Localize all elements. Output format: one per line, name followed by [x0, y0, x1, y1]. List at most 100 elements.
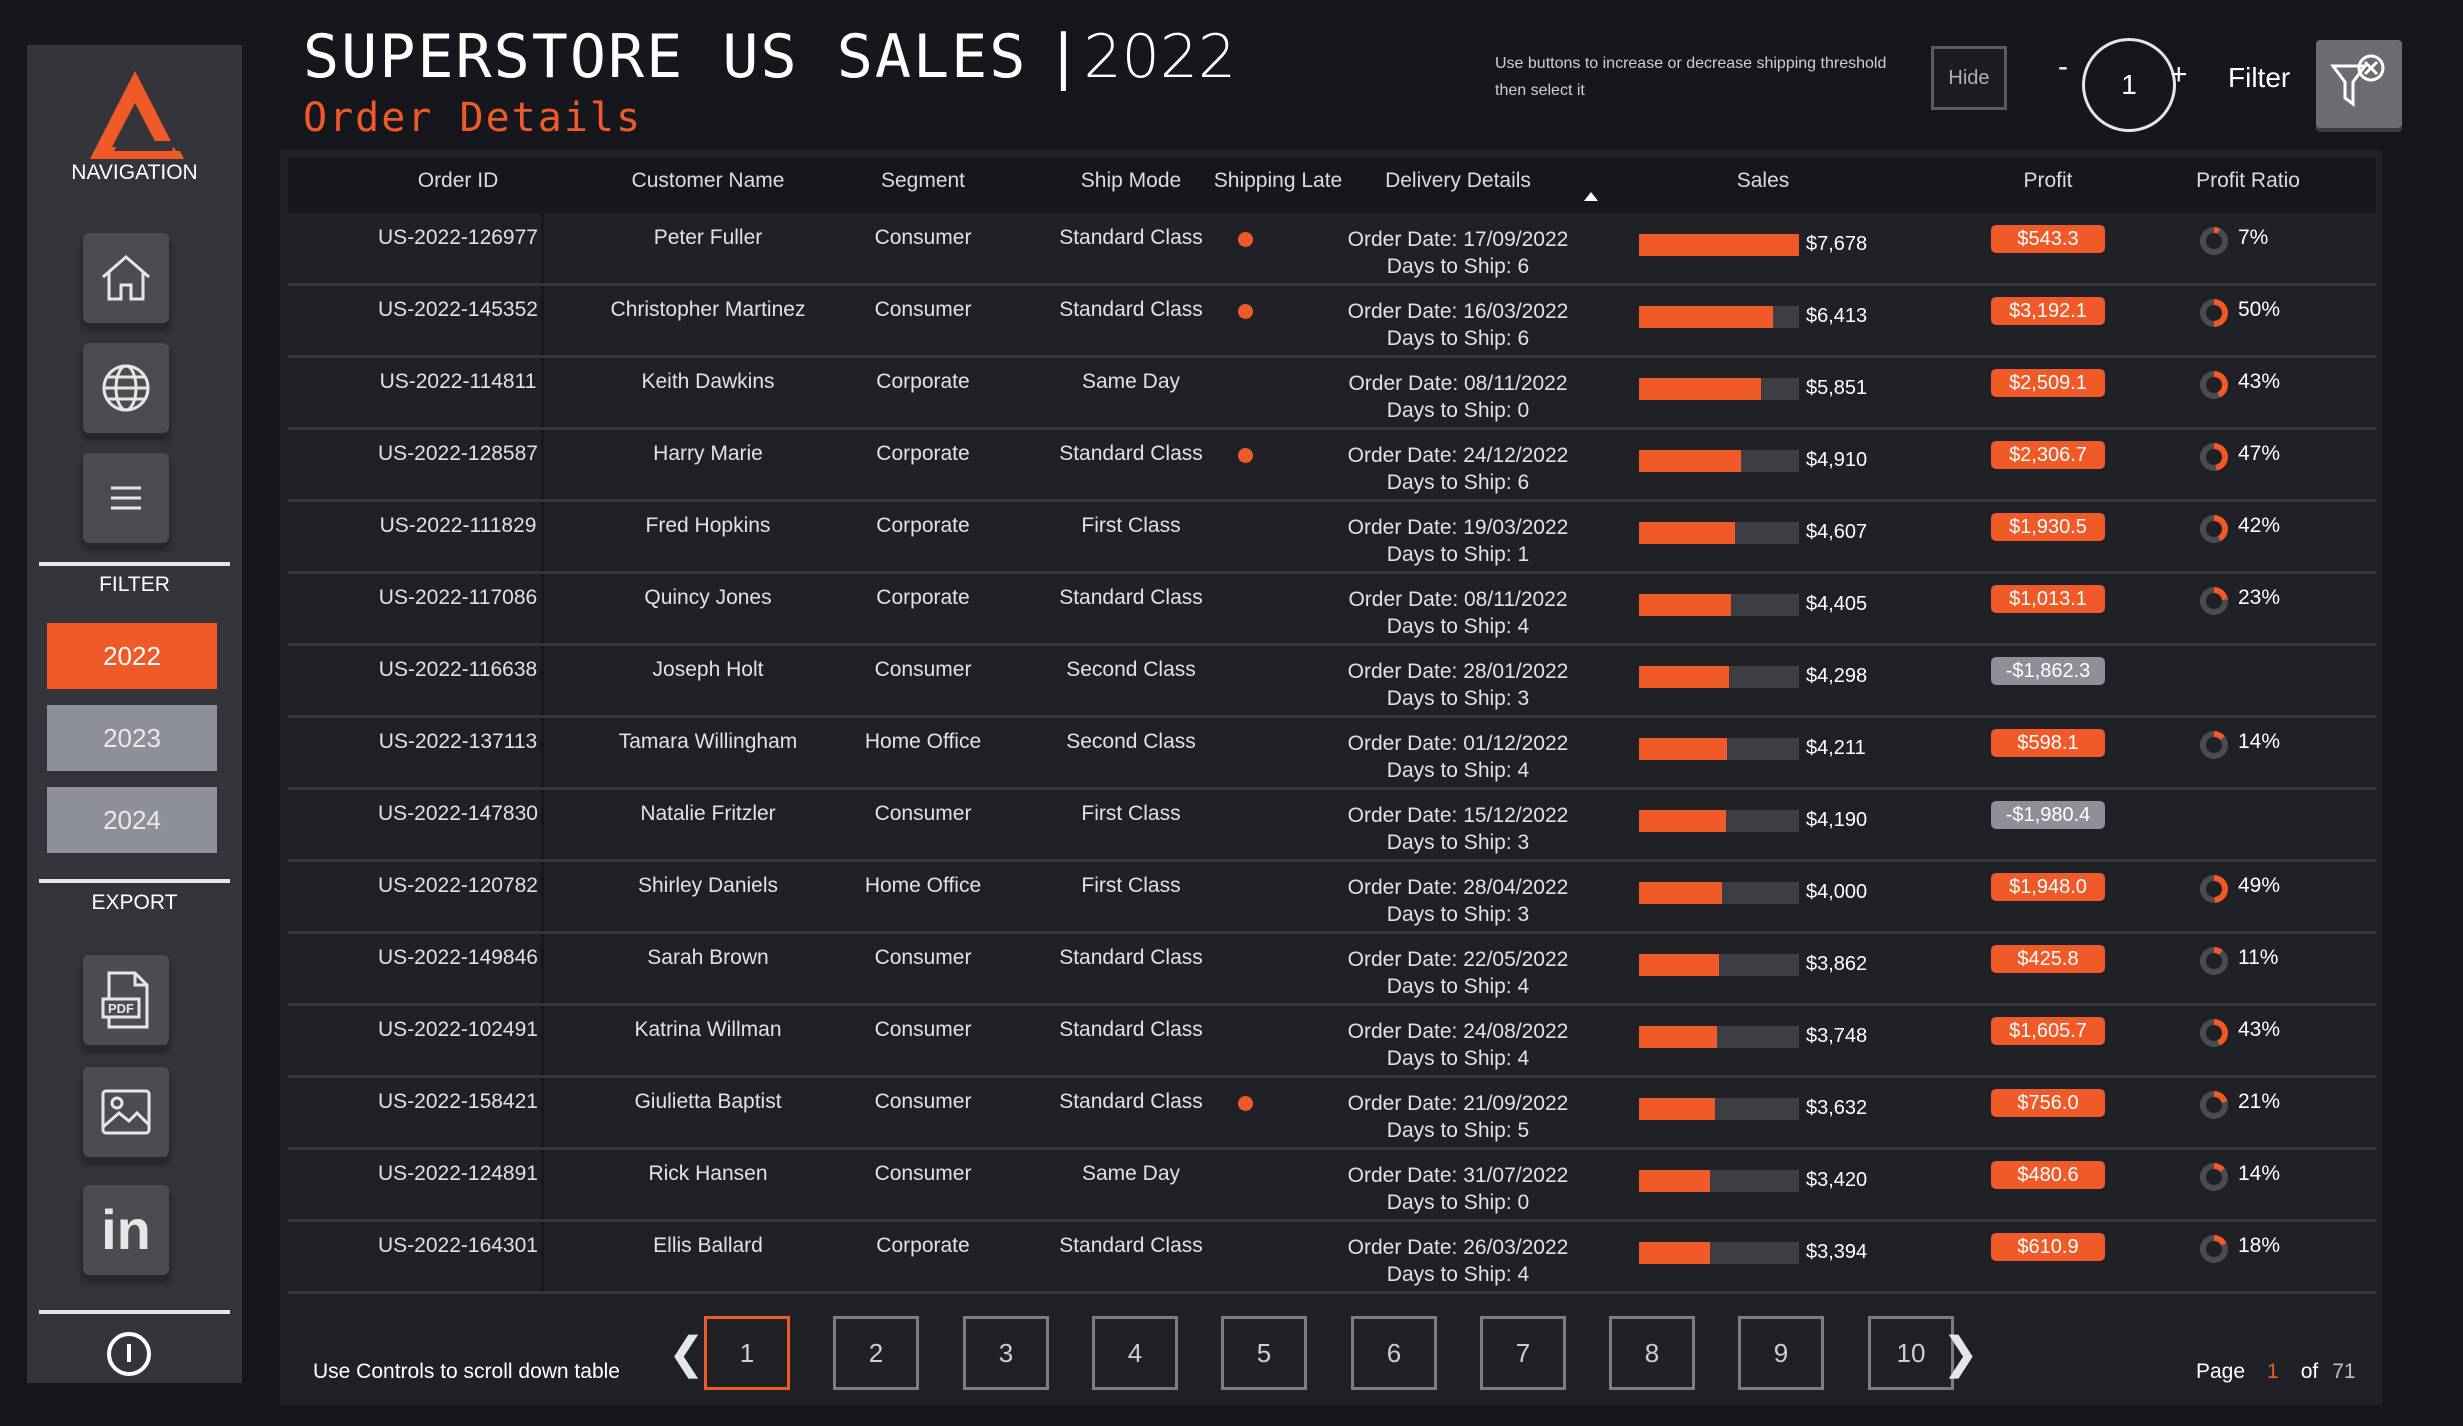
home-button[interactable] [83, 233, 169, 323]
profit-badge: -$1,862.3 [1991, 657, 2105, 685]
info-button[interactable] [105, 1330, 153, 1378]
sales-bar [1639, 1098, 1799, 1120]
export-pdf-button[interactable]: PDF [83, 955, 169, 1045]
column-header-order-id[interactable]: Order ID [328, 158, 588, 213]
hide-button[interactable]: Hide [1931, 46, 2007, 110]
order-date-label: Order Date: [1347, 228, 1464, 251]
table-row[interactable]: US-2022-128587 Harry Marie Corporate Standa… [288, 430, 2376, 502]
delivery-details: Order Date: 24/12/2022 Days to Ship: 6 [1308, 442, 1608, 496]
sales-bar-fill [1639, 738, 1727, 760]
year-button-2022[interactable]: 2022 [47, 623, 217, 689]
column-header-sales[interactable]: Sales [1638, 158, 1888, 213]
profit-badge: $1,013.1 [1991, 585, 2105, 613]
year-button-2023[interactable]: 2023 [47, 705, 217, 771]
previous-page-icon[interactable]: ❮ [668, 1328, 705, 1379]
order-date-label: Order Date: [1347, 444, 1464, 467]
profit-ratio-donut [2200, 1163, 2228, 1191]
page-button-3[interactable]: 3 [963, 1316, 1049, 1390]
profit-badge: $2,306.7 [1991, 441, 2105, 469]
days-to-ship: 4 [1517, 975, 1530, 998]
order-id: US-2022-149846 [378, 946, 538, 969]
page-button-9[interactable]: 9 [1738, 1316, 1824, 1390]
page-button-7[interactable]: 7 [1480, 1316, 1566, 1390]
threshold-hint: Use buttons to increase or decrease ship… [1495, 55, 1887, 99]
table-row[interactable]: US-2022-164301 Ellis Ballard Corporate Stan… [288, 1222, 2376, 1294]
export-image-button[interactable] [83, 1067, 169, 1157]
sales-value: $4,607 [1806, 521, 1868, 543]
table-row[interactable]: US-2022-120782 Shirley Daniels Home Office… [288, 862, 2376, 934]
delivery-details: Order Date: 31/07/2022 Days to Ship: 0 [1308, 1162, 1608, 1216]
sales-bar [1639, 810, 1799, 832]
sales-bar-fill [1639, 594, 1731, 616]
table-row[interactable]: US-2022-102491 Katrina Willman Consumer Sta… [288, 1006, 2376, 1078]
clear-filter-button[interactable] [2316, 40, 2402, 128]
current-page: 1 [2267, 1360, 2279, 1383]
pdf-icon-label: PDF [108, 1001, 134, 1016]
page-button-5[interactable]: 5 [1221, 1316, 1307, 1390]
order-date: 24/08/2022 [1463, 1020, 1569, 1043]
order-date-label: Order Date: [1347, 876, 1464, 899]
increase-threshold-button[interactable]: + [2170, 58, 2188, 92]
sales-bar [1639, 1242, 1799, 1264]
profit-ratio-value: 43% [2238, 1018, 2281, 1041]
sort-ascending-icon[interactable] [1584, 192, 1598, 201]
sales-value: $4,298 [1806, 665, 1868, 687]
customer-name: Rick Hansen [648, 1162, 768, 1185]
page-button-8[interactable]: 8 [1609, 1316, 1695, 1390]
order-id: US-2022-128587 [378, 442, 538, 465]
map-button[interactable] [83, 343, 169, 433]
column-header-segment[interactable]: Segment [823, 158, 1023, 213]
details-button[interactable] [83, 453, 169, 543]
shipping-late-indicator [1238, 304, 1253, 319]
share-linkedin-button[interactable]: in [83, 1185, 169, 1275]
order-id: US-2022-116638 [378, 658, 538, 681]
days-to-ship-label: Days to Ship: [1386, 903, 1518, 926]
table-row[interactable]: US-2022-116638 Joseph Holt Consumer Second … [288, 646, 2376, 718]
sales-value: $3,394 [1806, 1241, 1868, 1263]
ship-mode: Standard Class [1059, 586, 1203, 609]
sales-bar [1639, 522, 1799, 544]
page-button-4[interactable]: 4 [1092, 1316, 1178, 1390]
table-row[interactable]: US-2022-137113 Tamara Willingham Home Offi… [288, 718, 2376, 790]
page-button-1[interactable]: 1 [704, 1316, 790, 1390]
table-row[interactable]: US-2022-111829 Fred Hopkins Corporate First… [288, 502, 2376, 574]
column-header-delivery[interactable]: Delivery Details [1308, 158, 1608, 213]
sales-bar [1639, 306, 1799, 328]
next-page-icon[interactable]: ❯ [1942, 1328, 1979, 1379]
sales-value: $4,190 [1806, 809, 1868, 831]
delivery-details: Order Date: 26/03/2022 Days to Ship: 4 [1308, 1234, 1608, 1288]
profit-ratio-donut [2200, 515, 2228, 543]
linkedin-icon-label: in [101, 1201, 151, 1259]
profit-ratio-value: 11% [2238, 946, 2279, 969]
sales-value: $3,420 [1806, 1169, 1868, 1191]
table-row[interactable]: US-2022-114811 Keith Dawkins Corporate Same… [288, 358, 2376, 430]
table-row[interactable]: US-2022-126977 Peter Fuller Consumer Standa… [288, 214, 2376, 286]
column-header-profit-ratio[interactable]: Profit Ratio [2148, 158, 2348, 213]
column-header-profit[interactable]: Profit [1948, 158, 2148, 213]
sales-bar-fill [1639, 1098, 1715, 1120]
threshold-value[interactable]: 1 [2082, 38, 2176, 132]
profit-ratio-donut [2200, 227, 2228, 255]
days-to-ship: 4 [1517, 615, 1530, 638]
sales-bar [1639, 882, 1799, 904]
segment: Corporate [876, 370, 970, 393]
column-header-customer[interactable]: Customer Name [558, 158, 858, 213]
days-to-ship-label: Days to Ship: [1386, 615, 1518, 638]
decrease-threshold-button[interactable]: - [2058, 50, 2068, 84]
page-button-6[interactable]: 6 [1351, 1316, 1437, 1390]
page-button-2[interactable]: 2 [833, 1316, 919, 1390]
profit-ratio-value: 18% [2238, 1234, 2281, 1257]
delivery-details: Order Date: 28/04/2022 Days to Ship: 3 [1308, 874, 1608, 928]
table-row[interactable]: US-2022-147830 Natalie Fritzler Consumer Fi… [288, 790, 2376, 862]
table-row[interactable]: US-2022-158421 Giulietta Baptist Consumer S… [288, 1078, 2376, 1150]
sales-value: $3,632 [1806, 1097, 1868, 1119]
export-section-title: EXPORT [91, 891, 178, 914]
table-row[interactable]: US-2022-124891 Rick Hansen Consumer Same Da… [288, 1150, 2376, 1222]
table-row[interactable]: US-2022-145352 Christopher Martinez Consum… [288, 286, 2376, 358]
year-button-2024[interactable]: 2024 [47, 787, 217, 853]
table-row[interactable]: US-2022-117086 Quincy Jones Corporate Stand… [288, 574, 2376, 646]
table-row[interactable]: US-2022-149846 Sarah Brown Consumer Standar… [288, 934, 2376, 1006]
segment: Corporate [876, 1234, 970, 1257]
order-date: 26/03/2022 [1463, 1236, 1569, 1259]
controls-hint: Use Controls to scroll down table [313, 1360, 620, 1383]
